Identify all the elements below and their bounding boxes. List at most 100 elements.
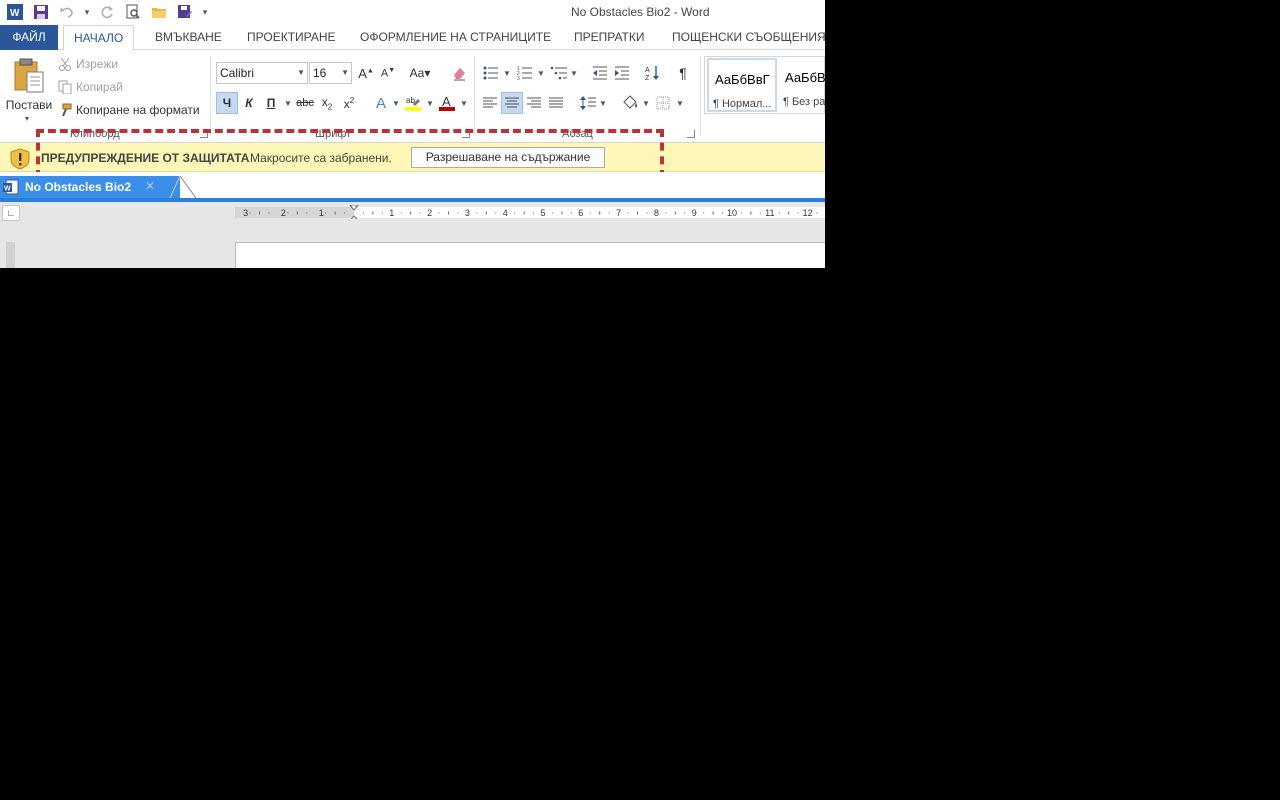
bullets-dropdown-icon[interactable]: ▼ — [503, 69, 511, 78]
line-spacing-dropdown-icon[interactable]: ▼ — [599, 99, 607, 108]
chevron-down-icon: ▼ — [297, 68, 305, 77]
font-size-select[interactable]: 16 ▼ — [309, 62, 352, 84]
ruler-margin — [235, 207, 354, 218]
highlight-dropdown-icon[interactable]: ▼ — [426, 99, 434, 108]
style-normal[interactable]: АаБбВвГ ¶ Нормал... — [707, 58, 777, 112]
horizontal-ruler[interactable]: 3 2 1 1 2 3 4 5 6 7 8 9 10 11 12 — [235, 205, 825, 219]
font-group-label: Шрифт — [315, 128, 352, 140]
align-left-button[interactable] — [479, 92, 501, 114]
font-color-dropdown-icon[interactable]: ▼ — [460, 99, 468, 108]
ruler-label: 11 — [765, 208, 774, 218]
style-name: ¶ Нормал... — [713, 98, 772, 110]
highlight-button[interactable]: ab — [402, 92, 424, 114]
cut-button[interactable]: Изрежи — [58, 54, 118, 74]
strikethrough-button[interactable]: abc — [294, 92, 316, 114]
paste-label: Постави — [5, 98, 53, 112]
format-painter-label: Копиране на формати — [76, 103, 200, 117]
clear-formatting-icon — [454, 68, 465, 81]
svg-text:Z: Z — [645, 75, 650, 81]
change-case-icon: Aa▾ — [409, 66, 431, 80]
clear-formatting-button[interactable] — [448, 62, 470, 84]
ruler-label: 2 — [427, 208, 432, 218]
bullets-button[interactable] — [480, 62, 502, 84]
sort-button[interactable]: AZ — [642, 62, 664, 84]
close-icon[interactable]: ✕ — [145, 179, 155, 193]
chevron-down-icon: ▼ — [341, 68, 349, 77]
tab-insert[interactable]: ВМЪКВАНЕ — [145, 25, 232, 50]
style-no-spacing[interactable]: АаБбВ ¶ Без ра — [779, 58, 825, 112]
format-painter-button[interactable]: Копиране на формати — [58, 100, 200, 120]
underline-dropdown-icon[interactable]: ▼ — [284, 99, 292, 108]
text-effects-button[interactable]: A — [370, 92, 392, 114]
paste-dropdown-icon[interactable]: ▾ — [25, 114, 29, 123]
warning-message: Макросите са забранени. — [250, 151, 392, 165]
font-name-value: Calibri — [220, 66, 255, 80]
ruler-label: 10 — [727, 208, 737, 218]
ruler-label: 3 — [465, 208, 470, 218]
decrease-indent-button[interactable] — [589, 62, 611, 84]
shrink-font-button[interactable]: A▼ — [377, 62, 399, 84]
tab-selector-button[interactable]: ∟ — [2, 205, 20, 221]
borders-dropdown-icon[interactable]: ▼ — [676, 99, 684, 108]
increase-indent-button[interactable] — [611, 62, 633, 84]
superscript-button[interactable]: x2 — [338, 92, 360, 114]
vertical-ruler[interactable] — [6, 242, 15, 268]
enable-content-button[interactable]: Разрешаване на съдържание — [411, 147, 605, 168]
document-page[interactable] — [235, 242, 825, 268]
scissors-icon — [59, 57, 71, 71]
text-effects-icon: A — [375, 94, 386, 112]
tab-file[interactable]: ФАЙЛ — [0, 25, 58, 50]
multilevel-list-icon — [550, 66, 567, 80]
word-doc-icon: W — [3, 179, 19, 195]
document-tab-title: No Obstacles Bio2 — [25, 180, 132, 194]
subscript-icon: x2 — [321, 94, 333, 112]
svg-text:3: 3 — [517, 76, 520, 80]
numbering-icon: 123 — [517, 66, 532, 80]
show-formatting-button[interactable]: ¶ — [672, 62, 694, 84]
text-effects-dropdown-icon[interactable]: ▼ — [392, 99, 400, 108]
ruler-label: 5 — [540, 208, 545, 218]
underline-button[interactable]: П — [260, 92, 282, 114]
tab-references[interactable]: ПРЕПРАТКИ — [564, 25, 654, 50]
font-launcher-icon[interactable] — [462, 130, 470, 138]
subscript-button[interactable]: x2 — [316, 92, 338, 114]
document-tab[interactable]: W No Obstacles Bio2 ✕ — [0, 176, 180, 198]
font-color-icon: A — [439, 94, 455, 111]
paint-bucket-icon — [623, 95, 637, 109]
pilcrow-icon: ¶ — [679, 65, 687, 81]
line-spacing-button[interactable] — [577, 92, 599, 114]
clipboard-launcher-icon[interactable] — [200, 130, 208, 138]
svg-text:W: W — [4, 186, 11, 193]
font-color-button[interactable]: A — [436, 92, 458, 114]
shading-button[interactable] — [619, 92, 641, 114]
multilevel-dropdown-icon[interactable]: ▼ — [570, 69, 578, 78]
copy-label: Копирай — [76, 80, 123, 94]
align-center-button[interactable] — [501, 92, 523, 114]
copy-button[interactable]: Копирай — [58, 77, 123, 97]
multilevel-list-button[interactable] — [548, 62, 570, 84]
clipboard-group-label: Клипборд — [70, 128, 120, 140]
justify-button[interactable] — [545, 92, 567, 114]
numbering-button[interactable]: 123 — [514, 62, 536, 84]
tab-mailings[interactable]: ПОЩЕНСКИ СЪОБЩЕНИЯ — [662, 25, 825, 50]
ribbon-tabs: ФАЙЛ НАЧАЛО ВМЪКВАНЕ ПРОЕКТИРАНЕ ОФОРМЛЕ… — [0, 25, 825, 51]
paragraph-launcher-icon[interactable] — [687, 130, 695, 138]
sort-icon: AZ — [645, 66, 659, 81]
bold-button[interactable]: Ч — [216, 92, 238, 114]
tab-design[interactable]: ПРОЕКТИРАНЕ — [237, 25, 346, 50]
change-case-button[interactable]: Aa▾ — [405, 62, 435, 84]
numbering-dropdown-icon[interactable]: ▼ — [537, 69, 545, 78]
new-tab-icon[interactable] — [168, 176, 208, 198]
line-spacing-icon — [580, 96, 596, 110]
font-name-select[interactable]: Calibri ▼ — [216, 62, 308, 84]
tab-page-layout[interactable]: ОФОРМЛЕНИЕ НА СТРАНИЦИТЕ — [350, 25, 561, 50]
paste-button[interactable]: Постави ▾ — [5, 56, 53, 123]
grow-font-button[interactable]: A▲ — [355, 62, 377, 84]
align-right-button[interactable] — [523, 92, 545, 114]
word-window: W ▾ ▾ No Obstacles Bio2 - Word ФАЙЛ НАЧА… — [0, 0, 825, 268]
borders-button[interactable] — [652, 92, 674, 114]
format-painter-icon — [62, 103, 72, 117]
italic-button[interactable]: К — [238, 92, 260, 114]
tab-home[interactable]: НАЧАЛО — [63, 25, 135, 51]
shading-dropdown-icon[interactable]: ▼ — [642, 99, 650, 108]
